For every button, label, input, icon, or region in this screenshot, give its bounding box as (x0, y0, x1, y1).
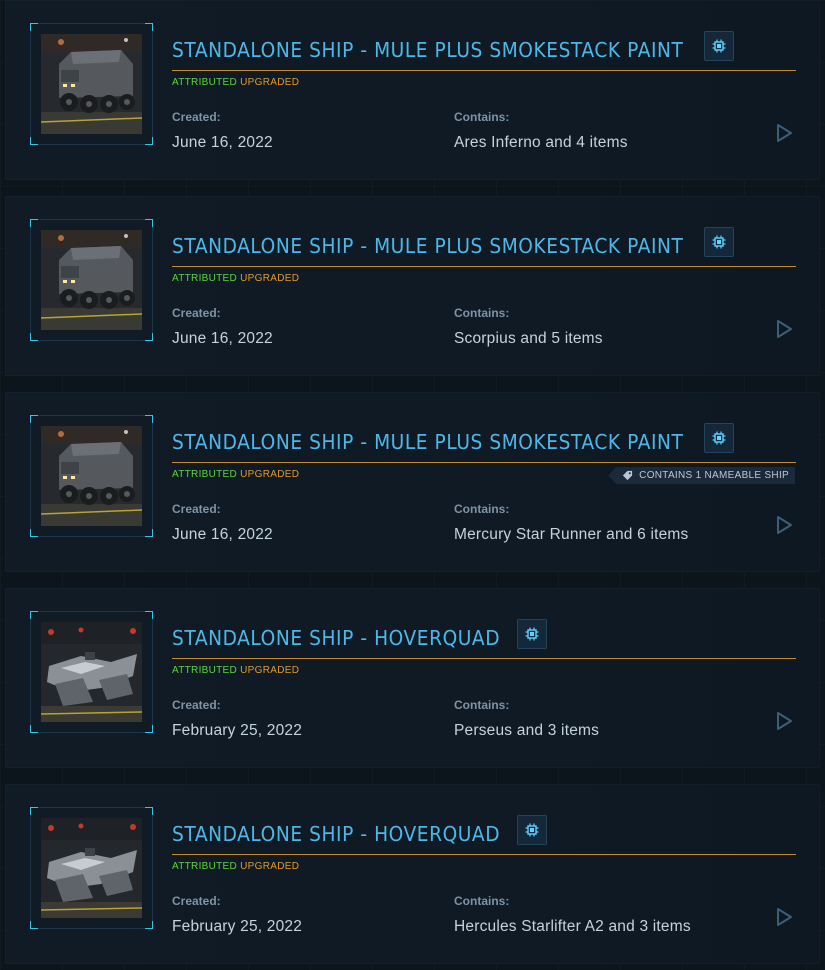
status-badge: ATTRIBUTED UPGRADED (172, 273, 300, 284)
contains-value: Scorpius and 5 items (454, 330, 603, 347)
pledge-item[interactable]: STANDALONE SHIP - MULE PLUS SMOKESTACK P… (5, 196, 820, 376)
contains-value: Ares Inferno and 4 items (454, 134, 628, 151)
created-date: February 25, 2022 (172, 722, 303, 739)
pledge-item[interactable]: STANDALONE SHIP - MULE PLUS SMOKESTACK P… (5, 392, 820, 572)
chip-icon[interactable] (704, 227, 734, 257)
contains-label: Contains: (454, 306, 510, 320)
created-date: June 16, 2022 (172, 134, 273, 151)
ship-thumbnail-frame[interactable] (30, 415, 153, 537)
mule-ship-image (41, 34, 142, 134)
contains-value: Perseus and 3 items (454, 722, 600, 739)
status-badge: ATTRIBUTED UPGRADED (172, 77, 300, 88)
created-label: Created: (172, 110, 221, 124)
pledge-title[interactable]: STANDALONE SHIP - HOVERQUAD (172, 626, 500, 650)
expand-play-icon[interactable] (774, 123, 794, 143)
contains-value: Mercury Star Runner and 6 items (454, 526, 689, 543)
mule-ship-image (41, 230, 142, 330)
hoverquad-ship-image (41, 622, 142, 722)
pledge-item[interactable]: STANDALONE SHIP - MULE PLUS SMOKESTACK P… (5, 0, 820, 180)
ship-thumbnail-frame[interactable] (30, 807, 153, 929)
nameable-ship-badge: CONTAINS 1 NAMEABLE SHIP (608, 467, 795, 484)
status-badge: ATTRIBUTED UPGRADED (172, 861, 300, 872)
ship-thumbnail-frame[interactable] (30, 23, 153, 145)
contains-label: Contains: (454, 502, 510, 516)
status-badge: ATTRIBUTED UPGRADED (172, 665, 300, 676)
title-divider (172, 658, 796, 659)
expand-play-icon[interactable] (774, 907, 794, 927)
pledge-title[interactable]: STANDALONE SHIP - HOVERQUAD (172, 822, 500, 846)
created-date: June 16, 2022 (172, 330, 273, 347)
title-divider (172, 266, 796, 267)
contains-label: Contains: (454, 698, 510, 712)
mule-ship-image (41, 426, 142, 526)
expand-play-icon[interactable] (774, 515, 794, 535)
contains-label: Contains: (454, 110, 510, 124)
pledge-item[interactable]: STANDALONE SHIP - HOVERQUAD ATTRIBUTED U… (5, 588, 820, 768)
pledge-title[interactable]: STANDALONE SHIP - MULE PLUS SMOKESTACK P… (172, 234, 683, 258)
contains-value: Hercules Starlifter A2 and 3 items (454, 918, 691, 935)
ship-thumbnail-frame[interactable] (30, 611, 153, 733)
expand-play-icon[interactable] (774, 319, 794, 339)
chip-icon[interactable] (517, 815, 547, 845)
hoverquad-ship-image (41, 818, 142, 918)
created-label: Created: (172, 894, 221, 908)
tag-icon (622, 470, 633, 481)
chip-icon[interactable] (517, 619, 547, 649)
status-badge: ATTRIBUTED UPGRADED (172, 469, 300, 480)
pledge-title[interactable]: STANDALONE SHIP - MULE PLUS SMOKESTACK P… (172, 38, 683, 62)
contains-label: Contains: (454, 894, 510, 908)
title-divider (172, 70, 796, 71)
created-label: Created: (172, 698, 221, 712)
created-label: Created: (172, 306, 221, 320)
created-date: June 16, 2022 (172, 526, 273, 543)
pledge-item[interactable]: STANDALONE SHIP - HOVERQUAD ATTRIBUTED U… (5, 784, 820, 964)
expand-play-icon[interactable] (774, 711, 794, 731)
ship-thumbnail-frame[interactable] (30, 219, 153, 341)
title-divider (172, 854, 796, 855)
created-label: Created: (172, 502, 221, 516)
title-divider (172, 462, 796, 463)
chip-icon[interactable] (704, 31, 734, 61)
chip-icon[interactable] (704, 423, 734, 453)
pledge-title[interactable]: STANDALONE SHIP - MULE PLUS SMOKESTACK P… (172, 430, 683, 454)
created-date: February 25, 2022 (172, 918, 303, 935)
